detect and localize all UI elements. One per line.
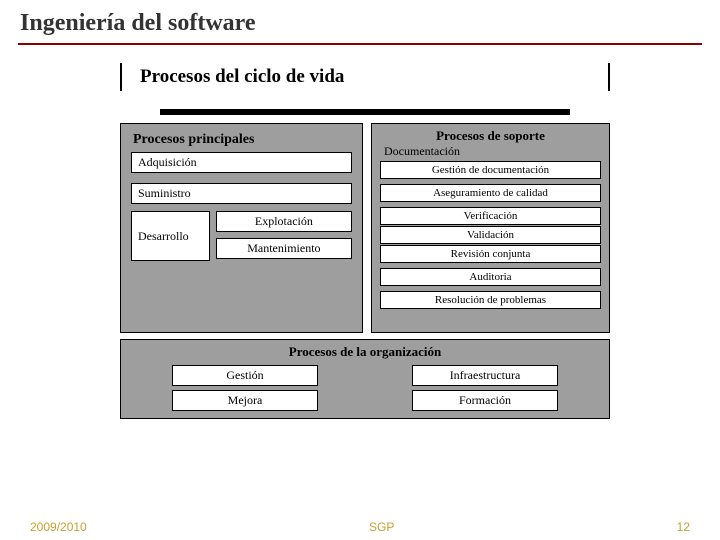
footer-center: SGP bbox=[369, 520, 394, 534]
subtitle: Procesos del ciclo de vida bbox=[140, 66, 344, 88]
footer-left: 2009/2010 bbox=[30, 520, 87, 534]
stack-explot-mant: Explotación Mantenimiento bbox=[214, 210, 354, 262]
item-gestion-doc: Gestión de documentación bbox=[380, 161, 601, 179]
box-procesos-soporte: Procesos de soporte Documentación Gestió… bbox=[371, 123, 610, 333]
label-desarrollo: Desarrollo bbox=[138, 229, 189, 244]
item-mejora: Mejora bbox=[172, 390, 318, 411]
divider-thick bbox=[160, 109, 570, 115]
content-area: Procesos del ciclo de vida Procesos prin… bbox=[0, 53, 720, 419]
item-resolucion: Resolución de problemas bbox=[380, 291, 601, 309]
label-documentacion: Documentación bbox=[384, 144, 599, 159]
item-verificacion: Verificación bbox=[380, 207, 601, 225]
item-explotacion: Explotación bbox=[216, 211, 352, 232]
heading-soporte: Procesos de soporte bbox=[378, 128, 603, 144]
heading-principales: Procesos principales bbox=[133, 132, 354, 148]
item-adquisicion: Adquisición bbox=[131, 152, 352, 173]
footer: 2009/2010 SGP 12 bbox=[0, 520, 720, 534]
slide-title: Ingeniería del software bbox=[0, 0, 720, 43]
item-suministro: Suministro bbox=[131, 183, 352, 204]
item-mantenimiento: Mantenimiento bbox=[216, 238, 352, 259]
item-desarrollo: Desarrollo bbox=[131, 211, 210, 261]
item-validacion: Validación bbox=[380, 226, 601, 244]
subrow-desarrollo: Desarrollo Explotación Mantenimiento bbox=[129, 210, 354, 262]
item-auditoria: Auditoria bbox=[380, 268, 601, 286]
org-grid: Gestión Mejora Infraestructura Formación bbox=[129, 364, 601, 412]
box-procesos-organizacion: Procesos de la organización Gestión Mejo… bbox=[120, 339, 610, 419]
org-col-left: Gestión Mejora bbox=[170, 364, 320, 412]
heading-organizacion: Procesos de la organización bbox=[129, 344, 601, 360]
footer-right: 12 bbox=[677, 520, 690, 534]
soporte-items: Gestión de documentación Aseguramiento d… bbox=[378, 161, 603, 309]
item-formacion: Formación bbox=[412, 390, 558, 411]
subtitle-bar-right bbox=[608, 63, 610, 91]
subtitle-bar-left bbox=[120, 63, 122, 91]
item-aseguramiento: Aseguramiento de calidad bbox=[380, 184, 601, 202]
title-underline bbox=[18, 43, 702, 45]
item-revision: Revisión conjunta bbox=[380, 245, 601, 263]
org-col-right: Infraestructura Formación bbox=[410, 364, 560, 412]
item-infraestructura: Infraestructura bbox=[412, 365, 558, 386]
two-column-row: Procesos principales Adquisición Suminis… bbox=[120, 123, 610, 333]
item-gestion: Gestión bbox=[172, 365, 318, 386]
subtitle-row: Procesos del ciclo de vida bbox=[120, 63, 610, 91]
box-procesos-principales: Procesos principales Adquisición Suminis… bbox=[120, 123, 363, 333]
